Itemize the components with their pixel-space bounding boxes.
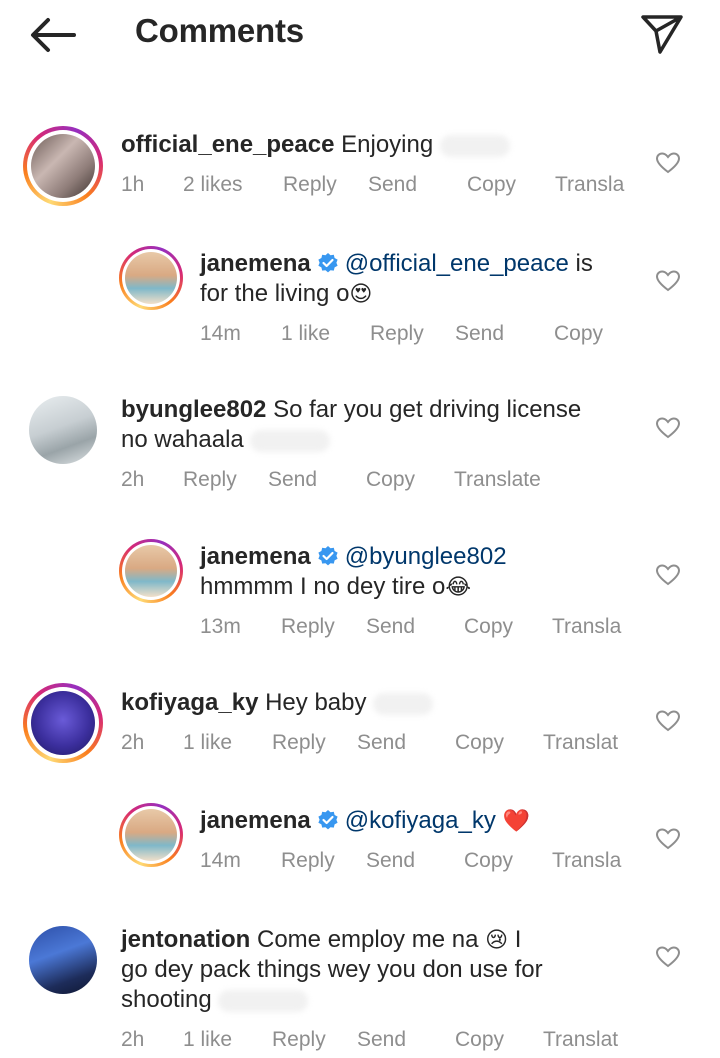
translate-button[interactable]: Translat [543,1028,618,1052]
copy-button[interactable]: Copy [464,849,513,873]
blurred-text [373,692,434,715]
comment-username[interactable]: janemena [200,807,311,834]
top-bar: Comments [0,0,720,70]
comment-text: janemena @official_ene_peace is for the l… [200,249,640,309]
copy-button[interactable]: Copy [455,1028,504,1052]
avatar[interactable] [119,246,183,310]
reply-button[interactable]: Reply [272,731,326,755]
send-button[interactable]: Send [357,731,406,755]
comment-body: Hey baby [265,689,367,716]
arrow-left-icon [31,18,76,52]
likes-count[interactable]: 1 like [281,322,330,346]
translate-button[interactable]: Translat [543,731,618,755]
send-button[interactable]: Send [366,849,415,873]
avatar[interactable] [23,126,103,206]
heart-icon[interactable] [655,268,681,294]
laughing-emoji: 😂 [445,574,472,599]
heart-icon[interactable] [655,415,681,441]
verified-badge-icon [318,810,338,830]
comment-body: for the living o [200,280,350,307]
likes-count[interactable]: 1 like [183,1028,232,1052]
reply-button[interactable]: Reply [281,615,335,639]
translate-button[interactable]: Transla [552,849,621,873]
comment-body: So far you get driving license [273,396,582,423]
blurred-text [439,134,510,157]
reply-button[interactable]: Reply [281,849,335,873]
comment-time: 2h [121,731,145,754]
comment-username[interactable]: janemena [200,250,311,277]
avatar[interactable] [119,803,183,867]
heart-icon[interactable] [655,708,681,734]
send-button[interactable]: Send [357,1028,406,1052]
comment-time: 14m [200,322,241,345]
share-button[interactable] [638,12,686,56]
comment-time: 13m [200,615,241,638]
comment-text: jentonation Come employ me na 😢 I go dey… [121,925,641,1015]
crying-emoji: 😢 [485,927,509,952]
mention-link[interactable]: @official_ene_peace [345,250,569,277]
copy-button[interactable]: Copy [554,322,603,346]
avatar[interactable] [29,926,97,994]
comment-body: is [568,250,593,277]
blurred-text [218,989,309,1012]
copy-button[interactable]: Copy [467,173,516,197]
comment-body: shooting [121,986,212,1013]
reply-button[interactable]: Reply [272,1028,326,1052]
comment-time: 2h [121,1028,145,1051]
avatar[interactable] [29,396,97,464]
translate-button[interactable]: Translate [454,468,541,492]
avatar[interactable] [23,683,103,763]
comment-time: 14m [200,849,241,872]
comment-username[interactable]: official_ene_peace [121,131,334,158]
comment-text: janemena @kofiyaga_ky ❤️ [200,806,640,836]
send-button[interactable]: Send [268,468,317,492]
likes-count[interactable]: 2 likes [183,173,243,197]
send-button[interactable]: Send [368,173,417,197]
translate-button[interactable]: Transla [552,615,621,639]
comment-text: kofiyaga_ky Hey baby [121,688,621,718]
mention-link[interactable]: @byunglee802 [345,543,507,570]
comment-time: 2h [121,468,145,491]
heart-icon[interactable] [655,150,681,176]
heart-icon[interactable] [655,826,681,852]
comment-username[interactable]: jentonation [121,926,250,953]
comment-text: janemena @byunglee802 hmmmm I no dey tire… [200,542,640,602]
comment-body: hmmmm I no dey tire o [200,573,446,600]
comment-text: byunglee802 So far you get driving licen… [121,395,641,455]
reply-button[interactable]: Reply [183,468,237,492]
paper-plane-icon [641,15,683,54]
comment-username[interactable]: byunglee802 [121,396,266,423]
comment-body: I [508,926,522,953]
comment-body: Come employ me na [257,926,479,953]
copy-button[interactable]: Copy [464,615,513,639]
copy-button[interactable]: Copy [366,468,415,492]
heart-icon[interactable] [655,944,681,970]
heart-eyes-emoji: 😍 [349,281,373,306]
comment-body: no wahaala [121,426,244,453]
translate-button[interactable]: Transla [555,173,624,197]
back-button[interactable] [28,14,78,56]
page-title: Comments [135,12,304,49]
send-button[interactable]: Send [366,615,415,639]
heart-icon[interactable] [655,562,681,588]
comment-body: Enjoying [341,131,434,158]
blurred-text [250,429,331,452]
comment-body: go dey pack things wey you don use for [121,956,543,983]
likes-count[interactable]: 1 like [183,731,232,755]
comment-text: official_ene_peace Enjoying [121,130,621,160]
verified-badge-icon [318,253,338,273]
red-heart-emoji: ❤️ [502,808,530,833]
comment-time: 1h [121,173,145,196]
copy-button[interactable]: Copy [455,731,504,755]
send-button[interactable]: Send [455,322,504,346]
reply-button[interactable]: Reply [283,173,337,197]
mention-link[interactable]: @kofiyaga_ky [345,807,496,834]
avatar[interactable] [119,539,183,603]
comment-username[interactable]: janemena [200,543,311,570]
verified-badge-icon [318,546,338,566]
reply-button[interactable]: Reply [370,322,424,346]
comment-username[interactable]: kofiyaga_ky [121,689,258,716]
